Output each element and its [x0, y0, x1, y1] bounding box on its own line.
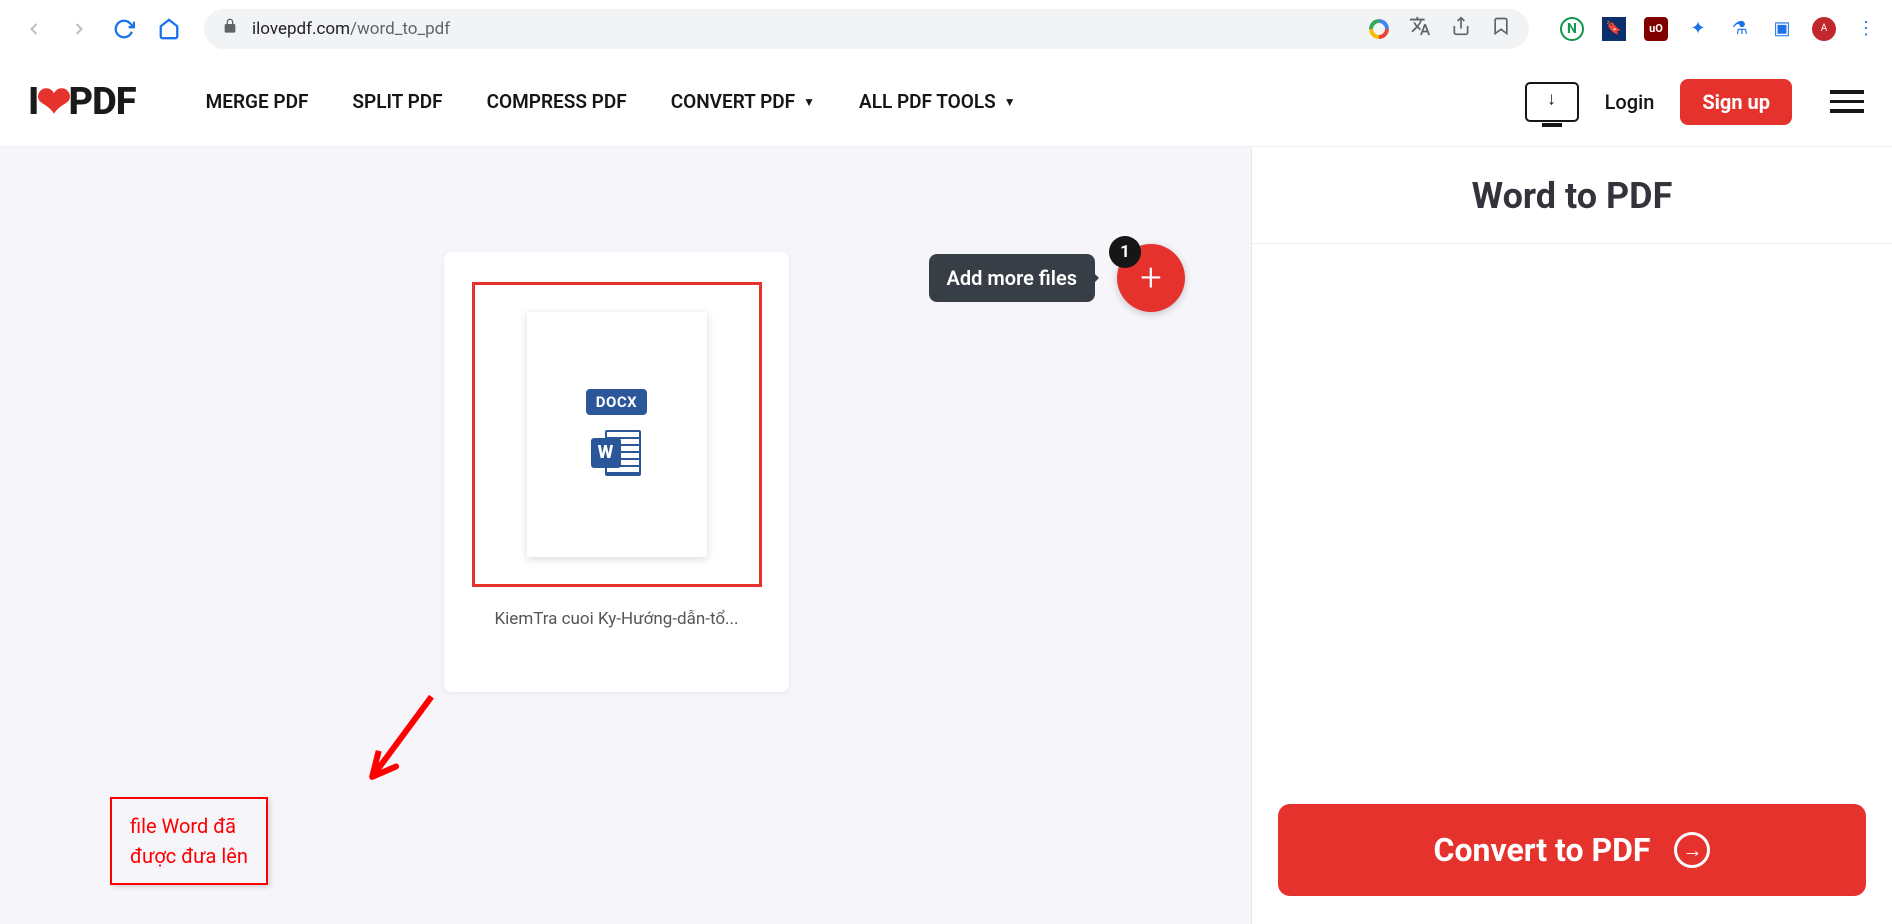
side-panel: Word to PDF Convert to PDF → — [1252, 147, 1892, 924]
share-icon[interactable] — [1451, 16, 1471, 41]
lock-icon — [222, 18, 238, 39]
ext-blue-icon[interactable]: 🔖 — [1602, 17, 1626, 41]
nav-split[interactable]: SPLIT PDF — [352, 90, 442, 113]
add-more-group: Add more files + 1 — [929, 244, 1185, 312]
file-count-badge: 1 — [1109, 236, 1141, 268]
caret-down-icon: ▼ — [803, 95, 815, 109]
ext-panel-icon[interactable]: ▣ — [1770, 17, 1794, 41]
content-area: DOCX W KiemTra cuoi Ky-Hướng-dẫn-tổ... A… — [0, 147, 1892, 924]
ext-ublock-icon[interactable]: uO — [1644, 17, 1668, 41]
file-preview-highlight: DOCX W — [472, 282, 762, 587]
plus-icon: + — [1140, 256, 1161, 300]
annotation-note: file Word đã được đưa lên — [110, 797, 268, 885]
google-icon[interactable] — [1369, 19, 1389, 39]
bookmark-icon[interactable] — [1491, 16, 1511, 41]
convert-button[interactable]: Convert to PDF → — [1278, 804, 1866, 896]
heart-icon: ❤ — [36, 77, 70, 127]
back-button[interactable] — [14, 9, 54, 49]
login-link[interactable]: Login — [1605, 90, 1655, 114]
forward-button[interactable] — [59, 9, 99, 49]
main-nav: MERGE PDF SPLIT PDF COMPRESS PDF CONVERT… — [206, 90, 1016, 113]
docx-tag: DOCX — [586, 389, 647, 415]
download-icon: ↓ — [1547, 89, 1556, 110]
convert-label: Convert to PDF — [1434, 831, 1651, 869]
extensions-area: N 🔖 uO ✦ ⚗ ▣ A ⋮ — [1544, 17, 1878, 41]
annotation-line: được đưa lên — [130, 841, 248, 871]
word-icon: W — [589, 425, 645, 481]
panel-title: Word to PDF — [1252, 147, 1892, 244]
home-button[interactable] — [149, 9, 189, 49]
file-name: KiemTra cuoi Ky-Hướng-dẫn-tổ... — [495, 609, 739, 629]
nav-merge[interactable]: MERGE PDF — [206, 90, 309, 113]
url-text: ilovepdf.com/word_to_pdf — [252, 19, 450, 39]
annotation-arrow-icon — [332, 688, 468, 801]
signup-button[interactable]: Sign up — [1680, 79, 1792, 125]
reload-button[interactable] — [104, 9, 144, 49]
site-header: I ❤ PDF MERGE PDF SPLIT PDF COMPRESS PDF… — [0, 57, 1892, 147]
ext-flask-icon[interactable]: ⚗ — [1728, 17, 1752, 41]
ext-puzzle-icon[interactable]: ✦ — [1686, 17, 1710, 41]
ext-athena-icon[interactable]: A — [1812, 17, 1836, 41]
annotation-line: file Word đã — [130, 811, 248, 841]
logo-suffix: PDF — [69, 80, 136, 124]
add-more-button[interactable]: + 1 — [1117, 244, 1185, 312]
address-bar[interactable]: ilovepdf.com/word_to_pdf — [204, 9, 1529, 49]
translate-icon[interactable] — [1409, 15, 1431, 42]
add-more-tooltip: Add more files — [929, 254, 1095, 302]
ext-nginx-icon[interactable]: N — [1560, 17, 1584, 41]
browser-toolbar: ilovepdf.com/word_to_pdf N 🔖 uO ✦ ⚗ ▣ A … — [0, 0, 1892, 57]
work-area: DOCX W KiemTra cuoi Ky-Hướng-dẫn-tổ... A… — [0, 147, 1252, 924]
file-card[interactable]: DOCX W KiemTra cuoi Ky-Hướng-dẫn-tổ... — [444, 252, 789, 692]
desktop-app-button[interactable]: ↓ — [1525, 82, 1579, 122]
panel-body — [1252, 244, 1892, 804]
nav-convert[interactable]: CONVERT PDF▼ — [671, 90, 815, 113]
caret-down-icon: ▼ — [1004, 95, 1016, 109]
file-preview: DOCX W — [527, 312, 707, 557]
site-logo[interactable]: I ❤ PDF — [28, 77, 136, 127]
menu-button[interactable] — [1830, 90, 1864, 113]
chrome-menu-icon[interactable]: ⋮ — [1854, 17, 1878, 41]
arrow-right-icon: → — [1674, 832, 1710, 868]
nav-all-tools[interactable]: ALL PDF TOOLS▼ — [859, 90, 1016, 113]
nav-compress[interactable]: COMPRESS PDF — [487, 90, 627, 113]
